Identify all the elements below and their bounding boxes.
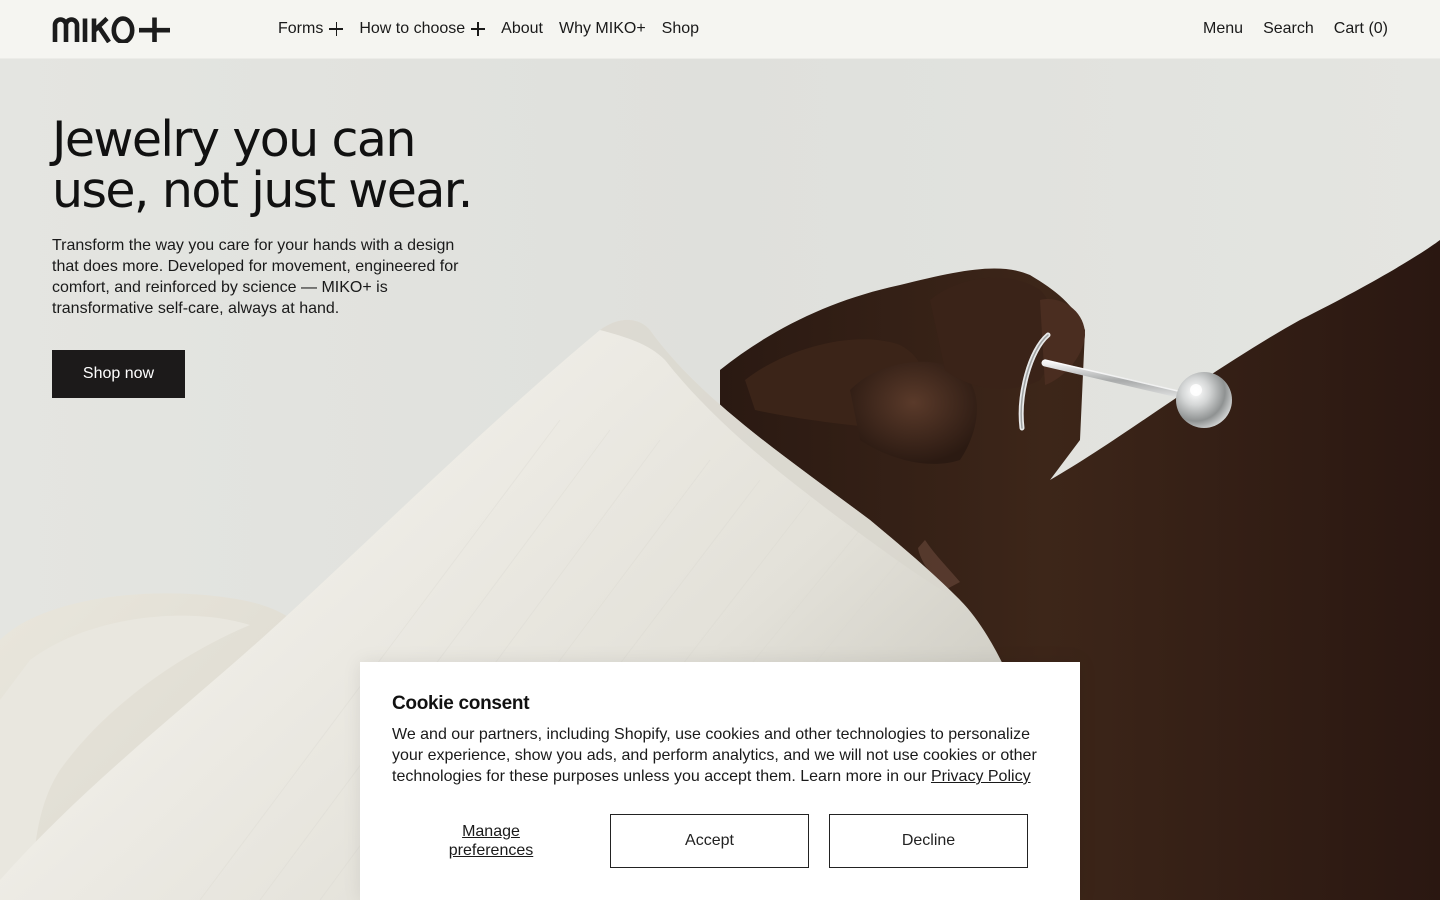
hero-title: Jewelry you can use, not just wear. [52, 114, 492, 216]
nav-shop[interactable]: Shop [662, 20, 699, 38]
hero-copy: Jewelry you can use, not just wear. Tran… [52, 114, 492, 398]
cookie-text-line: We and our partners, including Shopify, … [392, 726, 1031, 743]
hero-description-line: transformative self-care, always at hand… [52, 300, 340, 317]
hero-title-line: Jewelry you can [52, 111, 416, 168]
cookie-text-line-last: technologies for these purposes unless y… [392, 766, 1052, 787]
nav-about-label: About [501, 20, 543, 37]
hero-description-line: that does more. Developed for movement, … [52, 258, 459, 275]
hero-description: Transform the way you care for your hand… [52, 235, 472, 319]
nav-forms-label: Forms [278, 20, 324, 37]
cookie-consent-dialog: Cookie consent We and our partners, incl… [360, 662, 1080, 900]
decline-button[interactable]: Decline [829, 814, 1028, 868]
plus-icon [329, 22, 344, 36]
privacy-policy-link[interactable]: Privacy Policy [931, 768, 1031, 785]
search-button[interactable]: Search [1263, 20, 1314, 38]
cookie-title: Cookie consent [392, 693, 530, 714]
cookie-text-line: technologies for these purposes unless y… [392, 768, 927, 785]
cookie-text-line: your experience, show you ads, and perfo… [392, 747, 1037, 764]
brand-logo[interactable] [52, 16, 173, 43]
manage-preferences-link[interactable]: Manage preferences [392, 822, 590, 860]
plus-icon [471, 22, 486, 36]
nav-forms[interactable]: Forms [278, 20, 344, 38]
cart-button[interactable]: Cart (0) [1334, 20, 1388, 38]
nav-about[interactable]: About [501, 20, 543, 38]
main-nav: Forms How to choose About Why MIKO+ Shop [278, 20, 699, 38]
accept-button[interactable]: Accept [610, 814, 809, 868]
manage-preferences-line: preferences [448, 842, 534, 859]
nav-how-to-choose-label: How to choose [359, 20, 466, 37]
shop-now-button[interactable]: Shop now [52, 350, 185, 398]
cookie-description: We and our partners, including Shopify, … [392, 724, 1052, 787]
nav-shop-label: Shop [661, 20, 700, 37]
hero-title-line: use, not just wear. [52, 162, 473, 219]
nav-why-miko-label: Why MIKO+ [558, 20, 646, 37]
site-header: Forms How to choose About Why MIKO+ Shop… [0, 0, 1440, 59]
manage-preferences-line: Manage [462, 823, 520, 840]
miko-logo-icon [52, 16, 170, 43]
cookie-actions: Manage preferences Accept Decline [392, 814, 1028, 868]
menu-button[interactable]: Menu [1203, 20, 1243, 38]
nav-why-miko[interactable]: Why MIKO+ [559, 20, 646, 38]
hero-description-line: comfort, and reinforced by science — MIK… [52, 279, 388, 296]
hero-description-line: Transform the way you care for your hand… [52, 237, 455, 254]
utility-nav: Menu Search Cart (0) [1203, 20, 1388, 38]
nav-how-to-choose[interactable]: How to choose [359, 20, 486, 38]
